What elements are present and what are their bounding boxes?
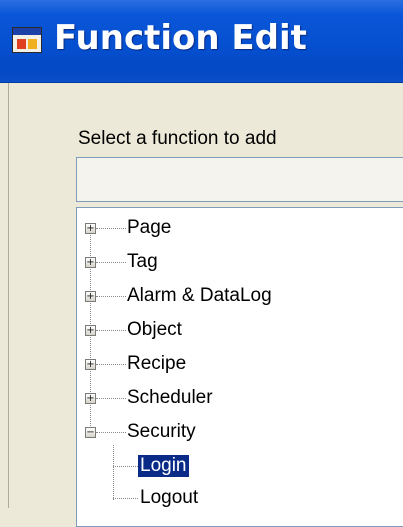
tree-item-security[interactable]: Security (127, 421, 196, 443)
tree-item-recipe[interactable]: Recipe (127, 353, 186, 375)
tree-item-object[interactable]: Object (127, 319, 182, 341)
expand-icon[interactable]: + (85, 257, 96, 268)
tree-item-tag[interactable]: Tag (127, 251, 158, 273)
expand-icon[interactable]: + (85, 291, 96, 302)
expand-icon[interactable]: + (85, 223, 96, 234)
tree-item-alarm-datalog[interactable]: Alarm & DataLog (127, 285, 272, 307)
expand-icon[interactable]: + (85, 359, 96, 370)
title-bar[interactable]: Function Edit (0, 0, 403, 83)
tree-item-scheduler[interactable]: Scheduler (127, 387, 213, 409)
tree-item-login[interactable]: Login (138, 455, 189, 477)
expand-icon[interactable]: + (85, 393, 96, 404)
function-tree[interactable] (76, 207, 403, 527)
window-title: Function Edit (54, 18, 307, 58)
tree-connector-line-child (113, 445, 114, 500)
tree-item-logout[interactable]: Logout (140, 487, 198, 509)
app-window-icon[interactable] (12, 27, 42, 53)
collapse-icon[interactable]: − (85, 427, 96, 438)
tree-item-page[interactable]: Page (127, 217, 171, 239)
expand-icon[interactable]: + (85, 325, 96, 336)
function-search-input[interactable] (76, 157, 403, 202)
select-function-label: Select a function to add (78, 128, 277, 149)
